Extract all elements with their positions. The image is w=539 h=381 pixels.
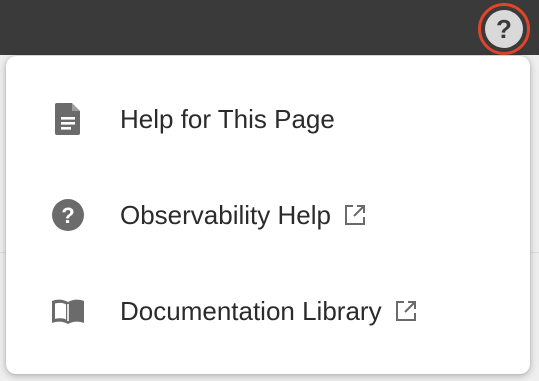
top-bar: ? — [0, 0, 539, 55]
menu-item-help-for-this-page[interactable]: Help for This Page — [6, 87, 530, 151]
question-circle-icon: ? — [50, 197, 86, 233]
external-link-icon — [394, 299, 418, 323]
help-menu-button[interactable]: ? — [478, 3, 530, 55]
help-dropdown-menu: Help for This Page ? Observability Help — [6, 56, 530, 374]
document-icon — [50, 101, 86, 137]
question-mark-icon: ? — [485, 10, 523, 48]
external-link-icon — [343, 203, 367, 227]
menu-item-observability-help[interactable]: ? Observability Help — [6, 183, 530, 247]
menu-item-label: Documentation Library — [120, 295, 382, 326]
menu-item-label: Observability Help — [120, 199, 331, 230]
svg-text:?: ? — [61, 203, 74, 228]
menu-item-label: Help for This Page — [120, 103, 335, 134]
book-icon — [50, 293, 86, 329]
menu-item-documentation-library[interactable]: Documentation Library — [6, 279, 530, 343]
